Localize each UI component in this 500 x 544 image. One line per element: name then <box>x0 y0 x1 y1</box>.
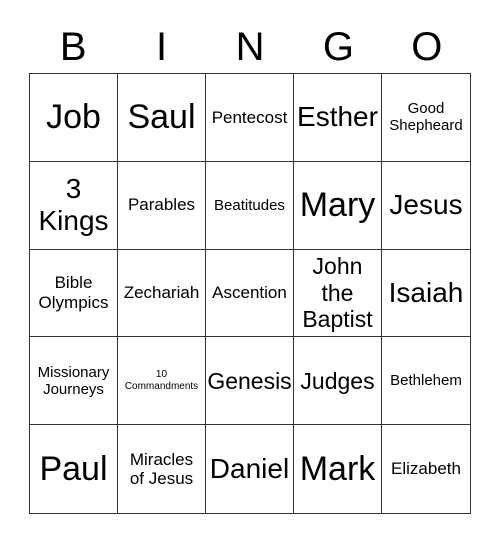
header-letter-n: N <box>235 25 265 69</box>
bingo-cell-text: John the Baptist <box>302 253 373 333</box>
bingo-cell-text: Elizabeth <box>391 459 461 479</box>
bingo-cell-text: Bethlehem <box>390 372 462 390</box>
bingo-header: B I N G O <box>29 22 471 72</box>
bingo-cell-text: Zechariah <box>123 283 200 303</box>
bingo-cell-text: Paul <box>39 449 108 488</box>
bingo-cell[interactable]: Jesus <box>382 162 470 250</box>
bingo-cell-text: Ascention <box>212 283 287 303</box>
bingo-cell-text: Genesis <box>207 367 292 394</box>
bingo-cell[interactable]: John the Baptist <box>294 249 382 338</box>
bingo-cell-text: Jesus <box>389 189 463 221</box>
bingo-cell-text: Isaiah <box>388 276 464 308</box>
bingo-cell[interactable]: Esther <box>294 74 382 162</box>
header-letter-g: G <box>322 25 354 69</box>
bingo-cell[interactable]: Parables <box>118 161 206 250</box>
bingo-cell[interactable]: Mary <box>294 161 382 250</box>
bingo-cell[interactable]: Miracles of Jesus <box>118 425 206 513</box>
bingo-cell-text: Miracles of Jesus <box>129 449 194 489</box>
header-letter-b: B <box>59 25 87 69</box>
bingo-cell-text: Judges <box>300 367 375 394</box>
bingo-cell[interactable]: Zechariah <box>118 249 206 338</box>
bingo-cell-text: Mark <box>299 449 376 488</box>
bingo-cell[interactable]: Beatitudes <box>206 161 294 250</box>
bingo-cell-text: Mary <box>299 185 376 224</box>
bingo-cell[interactable]: Elizabeth <box>382 425 470 513</box>
bingo-cell-text: Pentecost <box>211 107 288 127</box>
bingo-cell-text: Daniel <box>209 453 290 484</box>
header-letter-i: I <box>156 25 168 69</box>
bingo-cell[interactable]: Job <box>30 74 118 162</box>
bingo-cell[interactable]: 10 Commandments <box>118 337 206 426</box>
bingo-cell-text: 3 Kings <box>38 173 109 237</box>
bingo-cell-text: Esther <box>297 101 378 133</box>
bingo-cell[interactable]: Missionary Journeys <box>30 337 118 426</box>
bingo-cell[interactable]: Bethlehem <box>382 337 470 426</box>
bingo-cell[interactable]: Good Shepheard <box>382 74 470 162</box>
bingo-cell[interactable]: Daniel <box>206 425 294 513</box>
bingo-cell[interactable]: Judges <box>294 337 382 426</box>
bingo-cell[interactable]: Saul <box>118 74 206 162</box>
bingo-cell-text: 10 Commandments <box>124 369 199 392</box>
bingo-cell-text: Job <box>46 97 101 136</box>
bingo-cell[interactable]: Paul <box>30 425 118 513</box>
bingo-cell-text: Good Shepheard <box>389 100 463 135</box>
bingo-cell-text: Bible Olympics <box>38 273 109 312</box>
bingo-cell[interactable]: Isaiah <box>382 250 470 338</box>
bingo-cell[interactable]: Genesis <box>206 337 294 426</box>
bingo-cell[interactable]: 3 Kings <box>30 161 118 250</box>
bingo-cell-text: Saul <box>127 97 196 136</box>
bingo-cell-text: Beatitudes <box>214 196 285 214</box>
bingo-cell[interactable]: Pentecost <box>206 74 294 162</box>
bingo-cell-text: Missionary Journeys <box>37 363 110 398</box>
bingo-cell[interactable]: Ascention <box>206 249 294 338</box>
bingo-card: Job Saul Pentecost Esther Good Shepheard 3 Ki… <box>29 73 471 514</box>
header-letter-o: O <box>411 25 443 69</box>
bingo-cell-text: Parables <box>127 195 196 215</box>
bingo-cell[interactable]: Bible Olympics <box>30 249 118 338</box>
bingo-cell[interactable]: Mark <box>294 425 382 513</box>
